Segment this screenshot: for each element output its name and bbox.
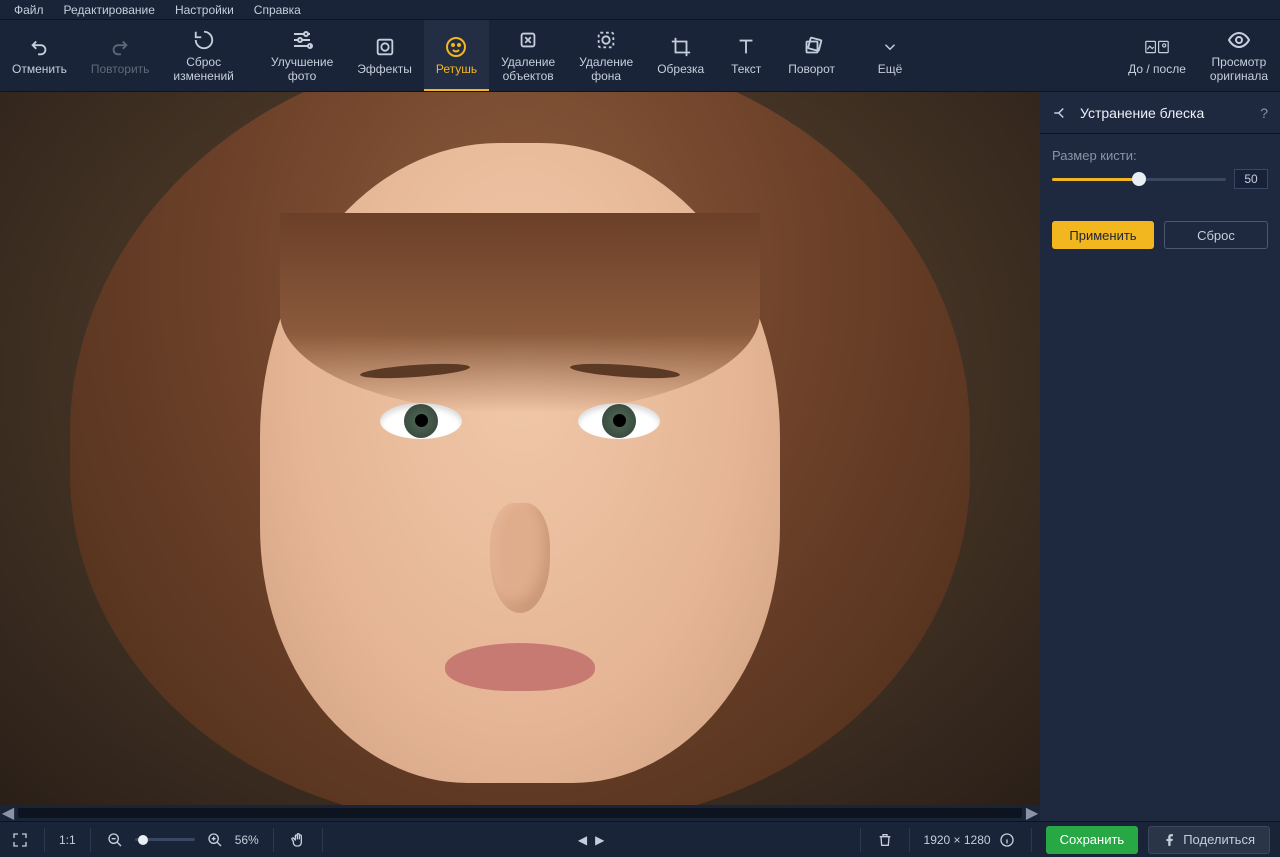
rotate-button[interactable]: Поворот bbox=[776, 20, 847, 91]
reset-icon bbox=[192, 28, 216, 52]
next-image-icon[interactable]: ▶ bbox=[595, 833, 604, 847]
panel-header: Устранение блеска ? bbox=[1040, 92, 1280, 134]
text-icon bbox=[734, 35, 758, 59]
trash-icon[interactable] bbox=[875, 830, 895, 850]
menu-file[interactable]: Файл bbox=[4, 1, 54, 19]
bottom-bar: 1:1 56% ◀ ▶ 1920 × 1280 Сохранить Подели… bbox=[0, 821, 1280, 857]
menu-edit[interactable]: Редактирование bbox=[54, 1, 165, 19]
retouch-label: Ретушь bbox=[436, 63, 477, 76]
slider-thumb[interactable] bbox=[1132, 172, 1146, 186]
text-button[interactable]: Текст bbox=[716, 20, 776, 91]
panel-body: Размер кисти: 50 Применить Сброс bbox=[1040, 134, 1280, 263]
effects-button[interactable]: Эффекты bbox=[345, 20, 424, 91]
more-label: Ещё bbox=[878, 63, 903, 76]
retouch-button[interactable]: Ретушь bbox=[424, 20, 489, 91]
prev-image-icon[interactable]: ◀ bbox=[578, 833, 587, 847]
photo-nose bbox=[490, 503, 550, 613]
apply-button[interactable]: Применить bbox=[1052, 221, 1154, 249]
bottom-separator bbox=[44, 828, 45, 852]
enhance-button[interactable]: Улучшение фото bbox=[259, 20, 345, 91]
save-button[interactable]: Сохранить bbox=[1046, 826, 1139, 854]
enhance-label: Улучшение фото bbox=[271, 56, 333, 82]
text-label: Текст bbox=[731, 63, 761, 76]
zoom-slider[interactable] bbox=[135, 838, 195, 841]
undo-label: Отменить bbox=[12, 63, 67, 76]
scroll-right-icon[interactable]: ▶ bbox=[1024, 805, 1040, 821]
photo-bangs bbox=[280, 213, 760, 413]
brush-size-label: Размер кисти: bbox=[1052, 148, 1268, 163]
zoom-in-icon[interactable] bbox=[205, 830, 225, 850]
menu-bar: Файл Редактирование Настройки Справка bbox=[0, 0, 1280, 20]
bg-remove-icon bbox=[594, 28, 618, 52]
before-after-label: До / после bbox=[1128, 63, 1186, 76]
view-original-label: Просмотр оригинала bbox=[1210, 56, 1268, 82]
more-button[interactable]: Ещё bbox=[860, 31, 920, 80]
menu-settings[interactable]: Настройки bbox=[165, 1, 244, 19]
pan-hand-icon[interactable] bbox=[288, 830, 308, 850]
main-area: ◀ ▶ Устранение блеска ? Размер кисти: 50… bbox=[0, 92, 1280, 821]
photo-eye-right bbox=[578, 403, 660, 439]
sliders-icon bbox=[290, 28, 314, 52]
bg-removal-label: Удаление фона bbox=[579, 56, 633, 82]
horizontal-scrollbar[interactable]: ◀ ▶ bbox=[0, 805, 1040, 821]
object-removal-label: Удаление объектов bbox=[501, 56, 555, 82]
scroll-left-icon[interactable]: ◀ bbox=[0, 805, 16, 821]
canvas-container: ◀ ▶ bbox=[0, 92, 1040, 821]
facebook-icon bbox=[1163, 833, 1177, 847]
rotate-label: Поворот bbox=[788, 63, 835, 76]
effects-label: Эффекты bbox=[357, 63, 412, 76]
panel-reset-button[interactable]: Сброс bbox=[1164, 221, 1268, 249]
zoom-slider-thumb[interactable] bbox=[138, 835, 148, 845]
share-button[interactable]: Поделиться bbox=[1148, 826, 1270, 854]
redo-label: Повторить bbox=[91, 63, 150, 76]
slider-fill bbox=[1052, 178, 1139, 181]
brush-size-value[interactable]: 50 bbox=[1234, 169, 1268, 189]
view-original-button[interactable]: Просмотр оригинала bbox=[1198, 20, 1280, 91]
brush-size-slider[interactable] bbox=[1052, 178, 1226, 181]
compare-icon bbox=[1145, 35, 1169, 59]
zoom-percent: 56% bbox=[235, 833, 259, 847]
main-toolbar: Отменить Повторить Сброс изменений Улучш… bbox=[0, 20, 1280, 92]
menu-help[interactable]: Справка bbox=[244, 1, 311, 19]
object-remove-icon bbox=[516, 28, 540, 52]
one-to-one-button[interactable]: 1:1 bbox=[59, 833, 76, 847]
undo-icon bbox=[27, 35, 51, 59]
photo-lips bbox=[445, 643, 595, 691]
scroll-track[interactable] bbox=[18, 808, 1022, 818]
photo-face bbox=[260, 143, 780, 783]
fullscreen-icon[interactable] bbox=[10, 830, 30, 850]
chevron-down-icon bbox=[878, 35, 902, 59]
bottom-separator-6 bbox=[909, 828, 910, 852]
rotate-button-icon bbox=[800, 35, 824, 59]
image-canvas[interactable] bbox=[0, 92, 1040, 805]
bottom-separator-5 bbox=[860, 828, 861, 852]
back-arrow-icon[interactable] bbox=[1052, 104, 1070, 122]
reset-label: Сброс изменений bbox=[173, 56, 233, 82]
info-icon[interactable] bbox=[997, 830, 1017, 850]
reset-changes-button[interactable]: Сброс изменений bbox=[161, 20, 245, 91]
side-panel: Устранение блеска ? Размер кисти: 50 При… bbox=[1040, 92, 1280, 821]
crop-icon bbox=[669, 35, 693, 59]
background-removal-button[interactable]: Удаление фона bbox=[567, 20, 645, 91]
object-removal-button[interactable]: Удаление объектов bbox=[489, 20, 567, 91]
redo-button[interactable]: Повторить bbox=[79, 20, 162, 91]
bottom-separator-2 bbox=[90, 828, 91, 852]
face-icon bbox=[444, 35, 468, 59]
effects-icon bbox=[373, 35, 397, 59]
crop-label: Обрезка bbox=[657, 63, 704, 76]
bottom-separator-4 bbox=[322, 828, 323, 852]
crop-button[interactable]: Обрезка bbox=[645, 20, 716, 91]
share-label: Поделиться bbox=[1183, 832, 1255, 847]
redo-icon bbox=[108, 35, 132, 59]
image-dimensions: 1920 × 1280 bbox=[924, 833, 991, 847]
before-after-button[interactable]: До / после bbox=[1116, 20, 1198, 91]
undo-button[interactable]: Отменить bbox=[0, 20, 79, 91]
panel-title: Устранение блеска bbox=[1080, 105, 1204, 121]
bottom-separator-7 bbox=[1031, 828, 1032, 852]
help-icon[interactable]: ? bbox=[1260, 105, 1268, 121]
eye-icon bbox=[1227, 28, 1251, 52]
photo-eye-left bbox=[380, 403, 462, 439]
zoom-out-icon[interactable] bbox=[105, 830, 125, 850]
bottom-separator-3 bbox=[273, 828, 274, 852]
